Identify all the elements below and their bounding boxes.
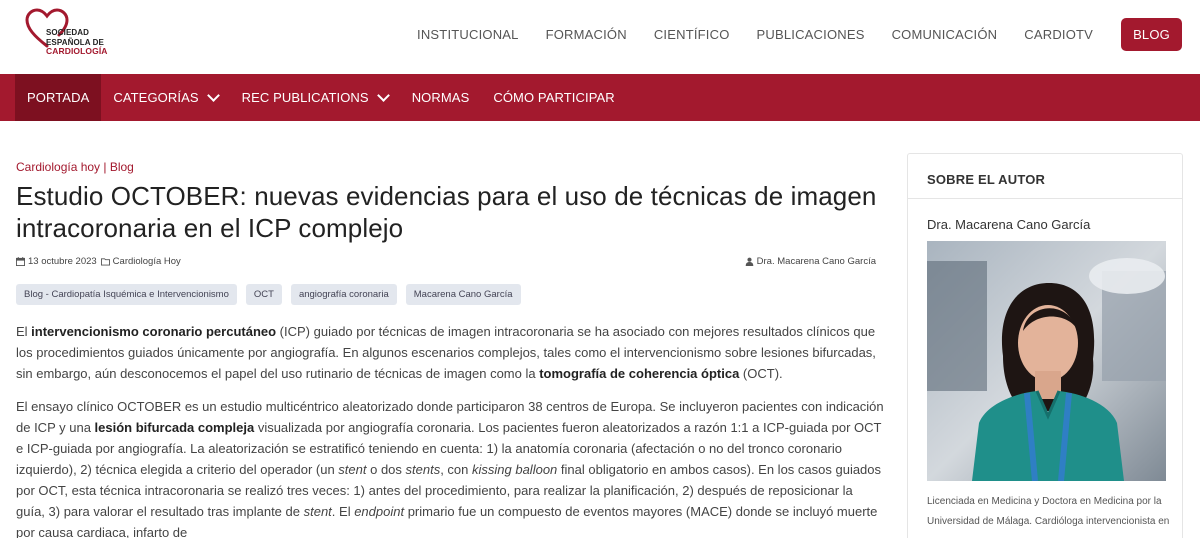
folder-icon xyxy=(100,258,110,266)
nav-cardiotv[interactable]: CARDIOTV xyxy=(1024,27,1093,42)
bold-term: intervencionismo coronario percutáneo xyxy=(31,324,277,339)
tab-normas[interactable]: NORMAS xyxy=(400,74,482,121)
italic-term: kissing balloon xyxy=(472,462,558,477)
author-portrait-image xyxy=(927,241,1166,481)
tag-item[interactable]: Macarena Cano García xyxy=(405,284,521,305)
tab-como-participar-label: CÓMO PARTICIPAR xyxy=(493,90,615,105)
article-date: 13 octubre 2023 xyxy=(28,256,97,267)
text-run: , con xyxy=(440,462,472,477)
main-navigation: PORTADA CATEGORÍAS REC PUBLICATIONS NORM… xyxy=(0,74,1200,121)
italic-term: endpoint xyxy=(354,504,405,519)
text-run: El xyxy=(16,324,32,339)
nav-publicaciones[interactable]: PUBLICACIONES xyxy=(757,27,865,42)
logo-text: SOCIEDAD ESPAÑOLA DE CARDIOLOGÍA xyxy=(46,28,108,57)
nav-comunicacion[interactable]: COMUNICACIÓN xyxy=(892,27,998,42)
article-paragraph-2: El ensayo clínico OCTOBER es un estudio … xyxy=(16,396,884,538)
tag-item[interactable]: angiografía coronaria xyxy=(290,284,397,305)
bold-term: lesión bifurcada compleja xyxy=(94,420,255,435)
author-sidebar: SOBRE EL AUTOR Dra. Macarena Cano García xyxy=(907,153,1183,538)
article-categories[interactable]: Cardiología hoy | Blog xyxy=(16,160,884,174)
blog-button[interactable]: BLOG xyxy=(1121,18,1182,51)
site-header: SOCIEDAD ESPAÑOLA DE CARDIOLOGÍA INSTITU… xyxy=(0,0,1200,74)
nav-cientifico[interactable]: CIENTÍFICO xyxy=(654,27,730,42)
logo-line-3: CARDIOLOGÍA xyxy=(46,46,108,56)
italic-term: stents xyxy=(405,462,441,477)
tag-item[interactable]: Blog - Cardiopatía Isquémica e Intervenc… xyxy=(16,284,237,305)
chevron-down-icon xyxy=(206,88,220,102)
text-run: . El xyxy=(331,504,355,519)
author-bio: Licenciada en Medicina y Doctora en Medi… xyxy=(927,496,1170,527)
article-paragraph-1: El intervencionismo coronario percutáneo… xyxy=(16,321,884,384)
tab-categorias[interactable]: CATEGORÍAS xyxy=(101,74,229,121)
user-icon xyxy=(745,257,753,266)
chevron-down-icon xyxy=(376,88,390,102)
text-run: (OCT). xyxy=(739,366,783,381)
top-navigation: INSTITUCIONAL FORMACIÓN CIENTÍFICO PUBLI… xyxy=(390,18,1182,51)
italic-term: stent xyxy=(338,462,367,477)
tab-categorias-label: CATEGORÍAS xyxy=(113,90,199,105)
nav-institucional[interactable]: INSTITUCIONAL xyxy=(417,27,519,42)
tag-item[interactable]: OCT xyxy=(245,284,282,305)
article-author[interactable]: Dra. Macarena Cano García xyxy=(757,256,876,267)
article: Cardiología hoy | Blog Estudio OCTOBER: … xyxy=(16,160,884,538)
author-name[interactable]: Dra. Macarena Cano García xyxy=(927,217,1090,232)
italic-term: stent xyxy=(303,504,332,519)
sidebar-divider xyxy=(908,198,1182,199)
logo-line-1: SOCIEDAD xyxy=(46,28,90,37)
site-logo[interactable]: SOCIEDAD ESPAÑOLA DE CARDIOLOGÍA xyxy=(24,8,134,64)
article-title: Estudio OCTOBER: nuevas evidencias para … xyxy=(16,181,877,243)
sidebar-title: SOBRE EL AUTOR xyxy=(927,172,1046,187)
tab-como-participar[interactable]: CÓMO PARTICIPAR xyxy=(481,74,626,121)
nav-formacion[interactable]: FORMACIÓN xyxy=(546,27,627,42)
tab-normas-label: NORMAS xyxy=(411,90,470,105)
tab-rec-publications[interactable]: REC PUBLICATIONS xyxy=(230,74,400,121)
text-run: o dos xyxy=(366,462,406,477)
calendar-icon xyxy=(16,257,25,266)
author-photo xyxy=(927,241,1166,481)
tag-list: Blog - Cardiopatía Isquémica e Intervenc… xyxy=(16,284,884,305)
tab-portada[interactable]: PORTADA xyxy=(15,74,102,121)
tab-portada-label: PORTADA xyxy=(27,90,90,105)
article-meta: 13 octubre 2023 Cardiología Hoy Dra. Mac… xyxy=(16,256,884,272)
tab-rec-publications-label: REC PUBLICATIONS xyxy=(241,90,369,105)
article-category[interactable]: Cardiología Hoy xyxy=(113,256,181,267)
bold-term: tomografía de coherencia óptica xyxy=(539,366,740,381)
